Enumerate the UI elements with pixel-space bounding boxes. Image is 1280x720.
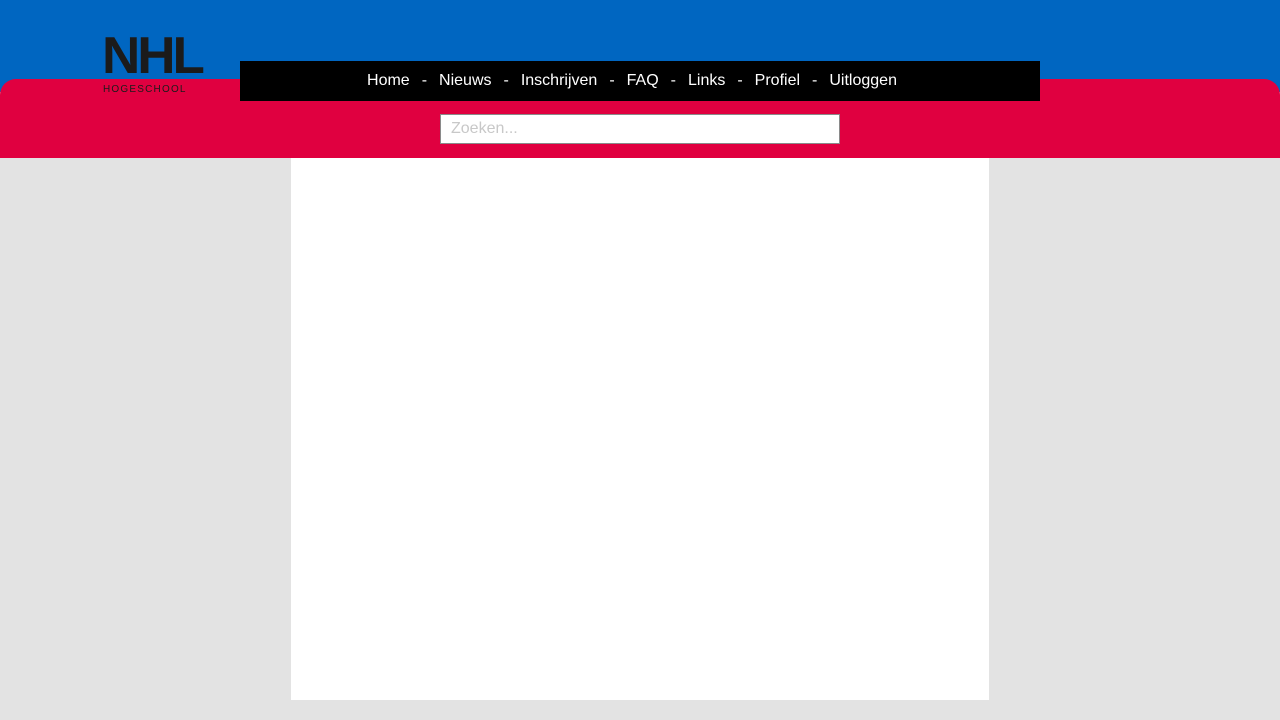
main-navigation: Home - Nieuws - Inschrijven - FAQ - Link… xyxy=(240,61,1040,101)
nav-separator: - xyxy=(812,72,818,89)
page: NHL HOGESCHOOL Home - Nieuws - Inschrijv… xyxy=(0,0,1280,720)
nav-separator: - xyxy=(503,72,509,89)
nav-list: Home - Nieuws - Inschrijven - FAQ - Link… xyxy=(367,72,897,90)
nhl-logo[interactable]: NHL HOGESCHOOL xyxy=(102,27,205,96)
nav-link-links[interactable]: Links xyxy=(688,72,725,90)
nav-separator: - xyxy=(609,72,615,89)
logo-wordmark: NHL xyxy=(102,27,205,85)
nav-separator: - xyxy=(421,72,428,89)
logo-subtitle: HOGESCHOOL xyxy=(103,84,187,95)
search-input[interactable] xyxy=(440,114,840,144)
nav-link-profiel[interactable]: Profiel xyxy=(755,72,800,90)
nav-link-home[interactable]: Home xyxy=(367,72,410,90)
nav-separator: - xyxy=(670,72,676,89)
nav-separator: - xyxy=(737,72,743,89)
nav-link-faq[interactable]: FAQ xyxy=(627,72,659,90)
nav-link-nieuws[interactable]: Nieuws xyxy=(439,72,491,90)
nav-link-uitloggen[interactable]: Uitloggen xyxy=(829,72,897,90)
content-area xyxy=(291,158,989,700)
nav-link-inschrijven[interactable]: Inschrijven xyxy=(521,72,597,90)
